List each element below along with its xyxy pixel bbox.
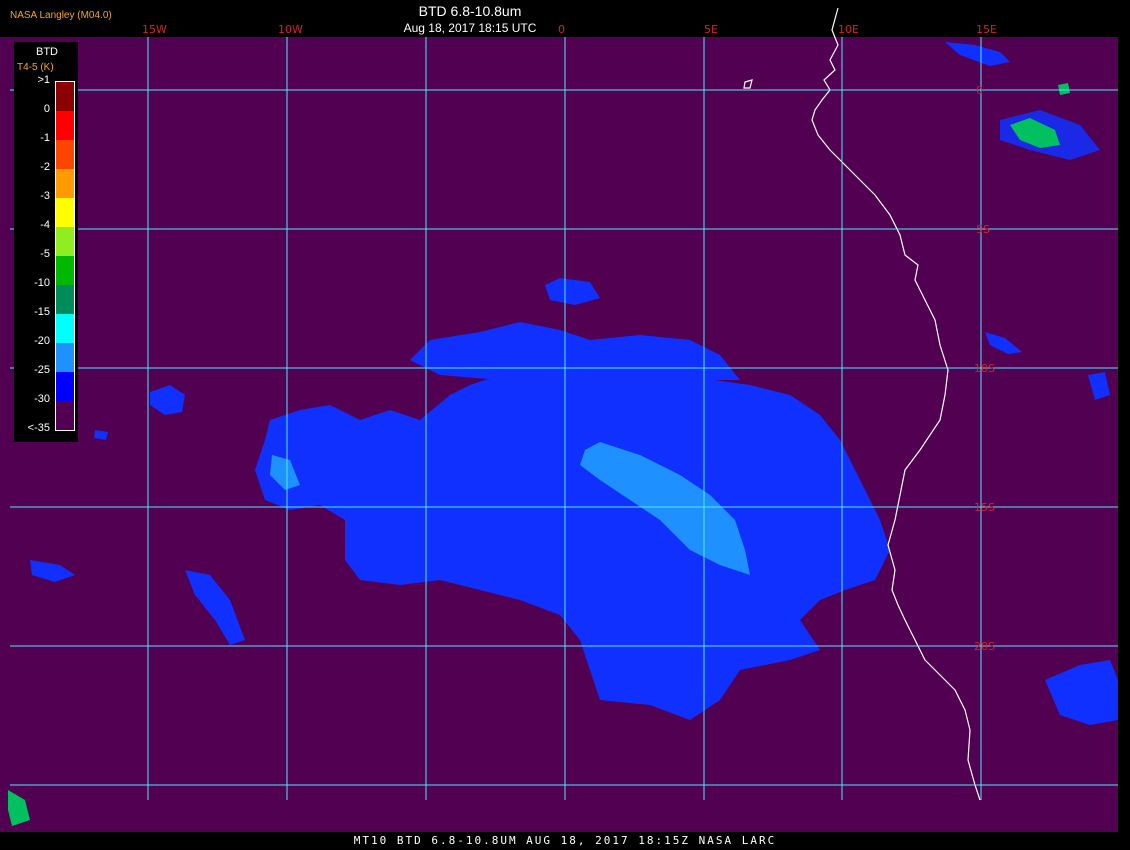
legend-swatch [56,198,74,227]
legend-tick-label: -20 [34,335,50,347]
legend-color-bar [55,81,75,431]
footer-caption: MT10 BTD 6.8-10.8UM AUG 18, 2017 18:15Z … [0,832,1130,850]
timestamp-label: Aug 18, 2017 18:15 UTC [403,21,537,35]
legend-swatch [56,372,74,401]
product-title: BTD 6.8-10.8um [418,3,522,19]
legend-swatch [56,285,74,314]
lat-label-10s: 10S [974,362,995,375]
legend-swatch [56,140,74,169]
lon-label-15w: 15W [142,23,167,36]
lat-label-15s: 15S [974,501,995,514]
legend-tick-label: -2 [40,161,50,173]
legend-tick-label: -5 [40,248,50,260]
lat-label-5s: 5S [976,223,990,236]
lon-label-10w: 10W [278,23,303,36]
lat-label-20s: 20S [974,640,995,653]
legend-tick-label: -30 [34,393,50,405]
legend-title: BTD [36,46,58,58]
legend-tick-label: -15 [34,306,50,318]
lon-label-5e: 5E [704,23,718,36]
legend-tick-label: -1 [40,132,50,144]
legend-swatch [56,169,74,198]
legend-tick-label: -25 [34,364,50,376]
legend-swatch [56,256,74,285]
lon-label-10e: 10E [838,23,859,36]
cloud-core-ne-dot [1058,83,1070,95]
legend-tick-label: >1 [37,74,50,86]
legend-swatch [56,82,74,111]
legend-tick-label: -10 [34,277,50,289]
legend-swatch [56,343,74,372]
legend-tick-label: <-35 [27,422,50,434]
lat-label-0: 0 [976,84,983,97]
legend-tick-label: -3 [40,190,50,202]
legend-swatch [56,111,74,140]
legend-subtitle: T4-5 (K) [17,62,54,73]
legend-swatch [56,314,74,343]
lon-label-15e: 15E [976,23,997,36]
color-legend: BTD T4-5 (K) >1 0 -1 -2 -3 -4 -5 -10 -15 -20 -25 -3… [14,42,78,442]
legend-swatch [56,227,74,256]
legend-tick-label: 0 [43,103,50,115]
lon-label-0: 0 [558,23,565,36]
legend-tick-label: -4 [40,219,50,231]
legend-swatch [56,401,74,430]
btd-satellite-map [0,0,1130,832]
